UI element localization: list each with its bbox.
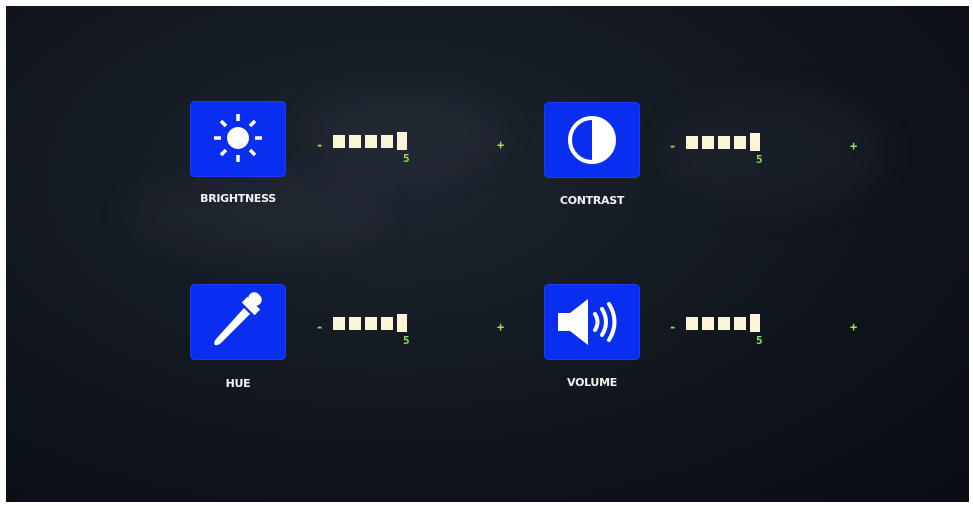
level-segment [381,317,393,330]
osd-screen: BRIGHTNESS - 5 + CONTRAST - 5 + HUE - 5 … [6,6,969,502]
level-segment [365,317,377,330]
sun-icon [214,114,262,162]
volume-decrease[interactable]: - [669,321,676,333]
level-segment [702,136,714,149]
hue-level-bar[interactable] [333,314,407,332]
volume-tile[interactable] [544,284,640,360]
volume-level-bar[interactable] [686,314,760,332]
brightness-label: BRIGHTNESS [200,192,276,205]
level-segment [365,135,377,148]
level-segment [734,317,746,330]
level-segment [333,317,345,330]
volume-value: 5 [756,334,763,347]
hue-decrease[interactable]: - [316,321,323,333]
hue-tile[interactable] [190,284,286,360]
level-segment [750,133,760,151]
level-segment [686,317,698,330]
contrast-label: CONTRAST [559,194,625,207]
brightness-value: 5 [403,152,410,165]
contrast-value: 5 [756,153,763,166]
contrast-tile[interactable] [544,102,640,178]
level-segment [686,136,698,149]
contrast-level-bar[interactable] [686,133,760,151]
hue-value: 5 [403,334,410,347]
contrast-increase[interactable]: + [850,140,857,152]
level-segment [702,317,714,330]
dropper-icon [214,292,262,346]
level-segment [718,317,730,330]
contrast-icon [568,116,616,164]
contrast-decrease[interactable]: - [669,140,676,152]
brightness-increase[interactable]: + [497,139,504,151]
level-segment [734,136,746,149]
level-segment [397,314,407,332]
brightness-level-bar[interactable] [333,132,407,150]
brightness-decrease[interactable]: - [316,139,323,151]
level-segment [333,135,345,148]
volume-label: VOLUME [567,376,617,389]
screen-reflection [126,176,386,256]
hue-label: HUE [225,377,251,390]
level-segment [349,317,361,330]
level-segment [381,135,393,148]
level-segment [397,132,407,150]
level-segment [750,314,760,332]
volume-increase[interactable]: + [850,321,857,333]
level-segment [349,135,361,148]
level-segment [718,136,730,149]
speaker-icon [558,299,617,345]
hue-increase[interactable]: + [497,321,504,333]
brightness-tile[interactable] [190,101,286,177]
